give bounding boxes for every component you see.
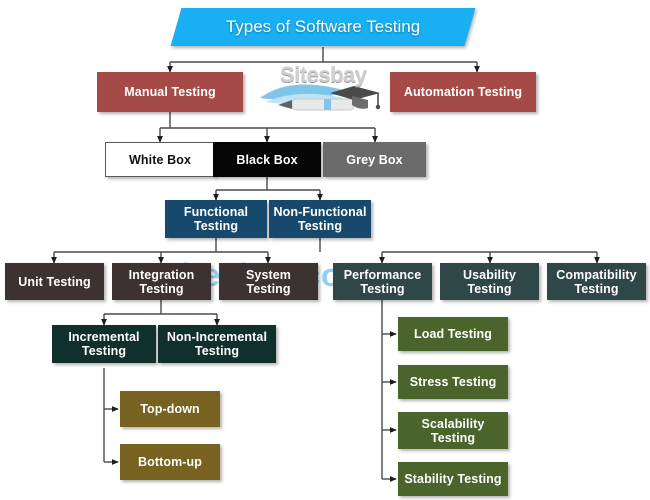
- node-compatibility-testing-label: Compatibility Testing: [556, 267, 637, 296]
- node-functional-testing-label: Functional Testing: [183, 205, 249, 233]
- node-incremental-testing-label: Incremental Testing: [68, 330, 140, 358]
- node-integration-testing[interactable]: Integration Testing: [112, 263, 211, 300]
- node-black-box-label: Black Box: [236, 152, 298, 167]
- node-load-testing-label: Load Testing: [413, 327, 493, 341]
- node-top-down[interactable]: Top-down: [120, 391, 220, 427]
- node-non-incremental-testing[interactable]: Non-Incremental Testing: [158, 325, 276, 363]
- node-compatibility-testing[interactable]: Compatibility Testing: [547, 263, 646, 300]
- node-stability-testing[interactable]: Stability Testing: [398, 462, 508, 496]
- node-functional-testing[interactable]: Functional Testing: [165, 200, 267, 238]
- node-bottom-up-label: Bottom-up: [137, 455, 203, 469]
- node-grey-box-label: Grey Box: [346, 152, 403, 167]
- node-stress-testing[interactable]: Stress Testing: [398, 365, 508, 399]
- node-unit-testing-label: Unit Testing: [18, 274, 91, 289]
- software-testing-types-diagram: Sitesbay.com Sitesbay Types of Software …: [0, 0, 650, 500]
- sitesbay-logo: Sitesbay: [258, 62, 392, 116]
- node-load-testing[interactable]: Load Testing: [398, 317, 508, 351]
- node-non-functional-testing[interactable]: Non-Functional Testing: [269, 200, 371, 238]
- node-manual-testing[interactable]: Manual Testing: [97, 72, 243, 112]
- node-incremental-testing[interactable]: Incremental Testing: [52, 325, 156, 363]
- logo-wordmark: Sitesbay: [280, 62, 367, 87]
- node-non-incremental-testing-label: Non-Incremental Testing: [166, 330, 268, 358]
- node-black-box[interactable]: Black Box: [213, 142, 321, 177]
- node-unit-testing[interactable]: Unit Testing: [5, 263, 104, 300]
- node-top-down-label: Top-down: [140, 402, 200, 416]
- node-system-testing[interactable]: System Testing: [219, 263, 318, 300]
- node-scalability-testing-label: Scalability Testing: [421, 416, 485, 445]
- node-automation-testing[interactable]: Automation Testing: [390, 72, 536, 112]
- node-manual-testing-label: Manual Testing: [124, 85, 216, 99]
- node-performance-testing[interactable]: Performance Testing: [333, 263, 432, 300]
- node-usability-testing-label: Usability Testing: [463, 267, 516, 296]
- node-integration-testing-label: Integration Testing: [128, 267, 195, 296]
- node-bottom-up[interactable]: Bottom-up: [120, 444, 220, 480]
- node-stress-testing-label: Stress Testing: [409, 375, 497, 389]
- node-white-box-label: White Box: [128, 152, 191, 167]
- node-performance-testing-label: Performance Testing: [343, 267, 422, 296]
- node-non-functional-testing-label: Non-Functional Testing: [273, 205, 367, 233]
- node-usability-testing[interactable]: Usability Testing: [440, 263, 539, 300]
- node-stability-testing-label: Stability Testing: [404, 472, 502, 486]
- node-automation-testing-label: Automation Testing: [403, 85, 523, 99]
- node-grey-box[interactable]: Grey Box: [323, 142, 426, 177]
- node-white-box[interactable]: White Box: [105, 142, 215, 177]
- node-system-testing-label: System Testing: [245, 267, 292, 296]
- node-scalability-testing[interactable]: Scalability Testing: [398, 412, 508, 449]
- page-title: Types of Software Testing: [225, 17, 421, 36]
